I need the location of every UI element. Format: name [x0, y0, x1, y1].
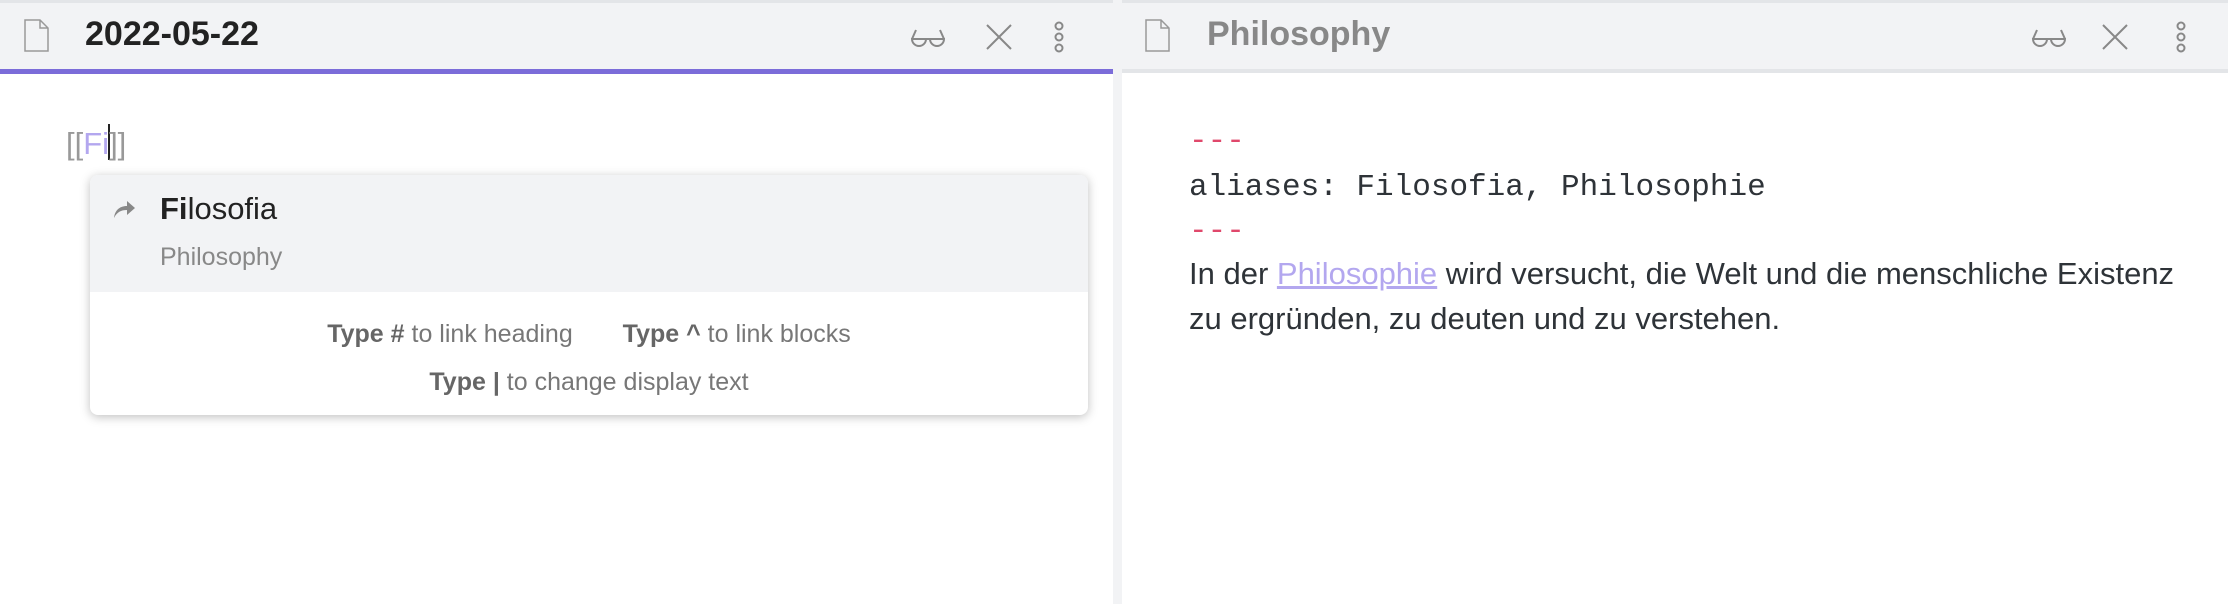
suggestion-subtitle: Philosophy: [160, 243, 283, 271]
frontmatter-aliases: aliases: Filosofia, Philosophie: [1189, 170, 1766, 205]
more-options-icon[interactable]: [1041, 21, 1077, 53]
note-title[interactable]: 2022-05-22: [85, 15, 259, 54]
link-typed-text: Fi: [83, 126, 110, 161]
pane-header: 2022-05-22: [0, 3, 1113, 74]
link-close-brackets: ]]: [109, 126, 127, 161]
suggestion-item-filosofia[interactable]: Filosofia Philosophy: [90, 175, 1088, 292]
close-icon[interactable]: [2097, 21, 2133, 53]
suggestion-title: Filosofia: [160, 191, 278, 226]
editor[interactable]: [[Fi]] Filosofia Philosophy Type # to li…: [0, 74, 1113, 604]
note-title[interactable]: Philosophy: [1207, 15, 1390, 54]
internal-link-philosophie[interactable]: Philosophie: [1277, 256, 1437, 291]
reading-view-glasses-icon[interactable]: [910, 21, 946, 53]
file-icon: [1145, 19, 1170, 52]
editor-line[interactable]: [[Fi]]: [66, 124, 126, 162]
link-suggestion-popup: Filosofia Philosophy Type # to link head…: [90, 175, 1088, 415]
reading-view-glasses-icon[interactable]: [2031, 21, 2067, 53]
frontmatter-start: ---: [1189, 124, 1245, 159]
pane-header: Philosophy: [1122, 3, 2228, 73]
frontmatter-end: ---: [1189, 214, 1245, 249]
paragraph: In der Philosophie wird versucht, die We…: [1189, 256, 2175, 336]
link-open-brackets: [[: [66, 126, 84, 161]
alias-arrow-icon: [114, 201, 135, 218]
close-icon[interactable]: [981, 21, 1017, 53]
left-pane: 2022-05-22 [[Fi]] Filosofia Philosophy T…: [0, 3, 1113, 604]
instructions-row-2: Type | to change display text: [429, 368, 749, 396]
editor[interactable]: --- aliases: Filosofia, Philosophie --- …: [1122, 74, 2228, 604]
file-icon: [24, 19, 49, 52]
pane-divider[interactable]: [1113, 0, 1122, 604]
right-pane: Philosophy --- aliases: Filosofia, Philo…: [1122, 3, 2228, 604]
instructions-row-1: Type # to link heading Type ^ to link bl…: [327, 320, 851, 348]
more-options-icon[interactable]: [2163, 21, 2199, 53]
